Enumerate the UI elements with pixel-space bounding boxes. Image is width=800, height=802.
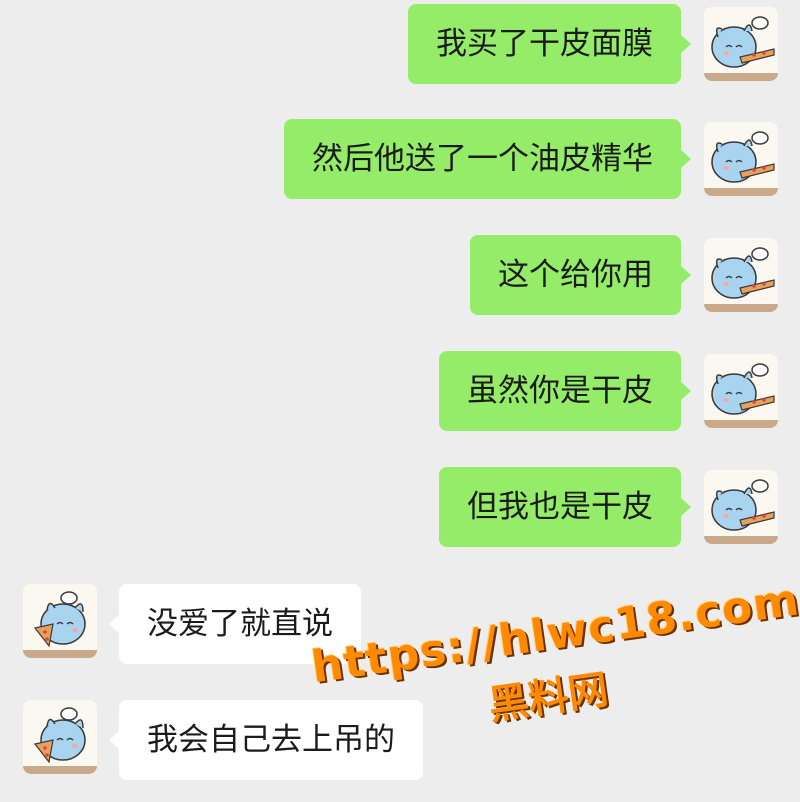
message-bubble-outgoing[interactable]: 我买了干皮面膜: [408, 4, 691, 84]
message-bubble-outgoing[interactable]: 虽然你是干皮: [439, 351, 691, 431]
message-row-outgoing: 我买了干皮面膜: [0, 4, 800, 84]
message-row-incoming: 没爱了就直说: [0, 584, 800, 664]
message-row-outgoing: 这个给你用: [0, 235, 800, 315]
chef-cat-pizza-avatar-icon[interactable]: [23, 584, 97, 658]
message-row-outgoing: 虽然你是干皮: [0, 351, 800, 431]
chat-window: 我买了干皮面膜 然后他送了一个油皮精华 这个给你用 虽然你是干皮 但我也是干皮 …: [0, 0, 800, 802]
message-row-incoming: 我会自己去上吊的: [0, 700, 800, 780]
chef-cat-avatar-icon[interactable]: [704, 470, 778, 544]
chef-cat-avatar-icon[interactable]: [704, 7, 778, 81]
message-bubble-outgoing[interactable]: 但我也是干皮: [439, 467, 691, 547]
chef-cat-avatar-icon[interactable]: [704, 238, 778, 312]
message-row-outgoing: 但我也是干皮: [0, 467, 800, 547]
message-bubble-outgoing[interactable]: 这个给你用: [470, 235, 691, 315]
chef-cat-avatar-icon[interactable]: [704, 354, 778, 428]
chef-cat-pizza-avatar-icon[interactable]: [23, 700, 97, 774]
chef-cat-avatar-icon[interactable]: [704, 122, 778, 196]
message-row-outgoing: 然后他送了一个油皮精华: [0, 119, 800, 199]
message-bubble-incoming[interactable]: 我会自己去上吊的: [109, 700, 423, 780]
message-bubble-outgoing[interactable]: 然后他送了一个油皮精华: [284, 119, 691, 199]
message-bubble-incoming[interactable]: 没爱了就直说: [109, 584, 361, 664]
